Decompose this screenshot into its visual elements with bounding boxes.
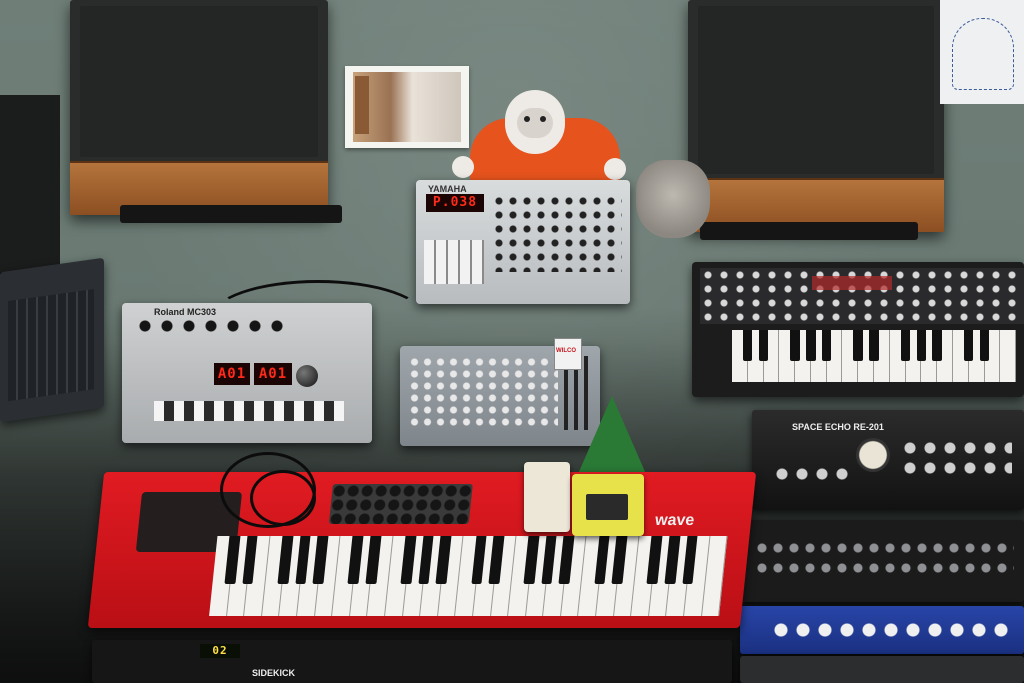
rack-unit-blue <box>740 606 1024 654</box>
black-key <box>758 330 769 362</box>
bottom-rack: 02 SIDEKICK <box>92 640 732 683</box>
black-key <box>963 330 974 362</box>
right-speaker <box>688 0 944 232</box>
black-key <box>979 330 990 362</box>
black-key <box>853 330 863 362</box>
space-echo-unit: SPACE ECHO RE-201 <box>752 410 1024 510</box>
rack-unit-black <box>740 520 1024 602</box>
yamaha-an200: YAMAHA P.038 <box>416 180 630 304</box>
an200-display: P.038 <box>426 194 484 212</box>
wilco-flyer: WILCO <box>554 338 582 370</box>
mc303-brand: Roland MC303 <box>154 307 217 317</box>
black-key <box>916 330 927 362</box>
right-speaker-stand <box>700 222 918 240</box>
pedal-screen <box>586 494 628 520</box>
an200-pads <box>424 240 484 284</box>
synth-keyboard <box>732 330 1017 382</box>
echo-vu-meter <box>856 438 890 472</box>
mc303-display-right: A01 <box>254 363 292 385</box>
pinned-photo <box>345 66 469 148</box>
analog-synth <box>692 262 1024 397</box>
plush-eye <box>524 116 530 122</box>
speaker-grill <box>80 6 318 157</box>
nord-keyboard <box>209 536 728 616</box>
keyboard-keys <box>8 289 94 402</box>
rack-unit-bottom <box>740 656 1024 683</box>
studio-photo: YAMAHA P.038 Roland MC303 A01 A01 WILCO … <box>0 0 1024 683</box>
mixer-knob-grid <box>408 356 558 426</box>
mc303-display-left: A01 <box>214 363 250 385</box>
roland-mc303: Roland MC303 A01 A01 <box>122 303 372 443</box>
boss-pedal <box>524 462 570 532</box>
rack-display: 02 <box>200 644 240 658</box>
black-key <box>743 330 753 362</box>
rack-knobs <box>754 538 1014 578</box>
black-key <box>790 330 800 362</box>
left-dark-equipment <box>0 95 60 275</box>
mc303-step-keys <box>154 401 344 421</box>
an200-brand: YAMAHA <box>428 184 467 194</box>
flyer-label: WILCO <box>556 348 576 354</box>
left-speaker-stand <box>120 205 342 223</box>
plush-hand <box>604 158 626 180</box>
space-echo-label: SPACE ECHO RE-201 <box>792 422 884 432</box>
black-key <box>932 330 942 362</box>
speaker-grill <box>698 6 934 174</box>
rack-blue-knobs <box>770 616 1010 644</box>
nord-wave-badge: wave <box>654 512 696 529</box>
tangled-cable <box>250 470 316 526</box>
plush-face <box>517 108 553 138</box>
left-speaker <box>70 0 328 215</box>
nord-wave: wave <box>87 472 757 628</box>
nord-knob-section <box>328 484 473 524</box>
black-key <box>869 330 879 362</box>
synth-red-accent <box>812 276 892 290</box>
photo-door <box>355 76 369 134</box>
plush-hand <box>452 156 474 178</box>
white-key <box>1000 330 1017 382</box>
wall-poster <box>940 0 1024 104</box>
echo-knobs <box>900 438 1012 478</box>
cat-plush <box>636 160 710 238</box>
computer-keyboard <box>0 257 104 423</box>
mc303-knobs <box>134 319 284 333</box>
poster-sketch <box>952 18 1014 90</box>
an200-knob-rows <box>492 194 622 272</box>
sidekick-label: SIDEKICK <box>252 668 296 678</box>
black-key <box>806 330 816 362</box>
plush-eye <box>540 116 546 122</box>
black-key <box>900 330 911 362</box>
black-key <box>821 330 832 362</box>
photo-image <box>353 72 461 142</box>
echo-lower-knobs <box>772 464 852 484</box>
mini-christmas-tree <box>578 396 646 474</box>
yellow-pedal <box>572 474 644 536</box>
mc303-value-dial <box>296 365 318 387</box>
